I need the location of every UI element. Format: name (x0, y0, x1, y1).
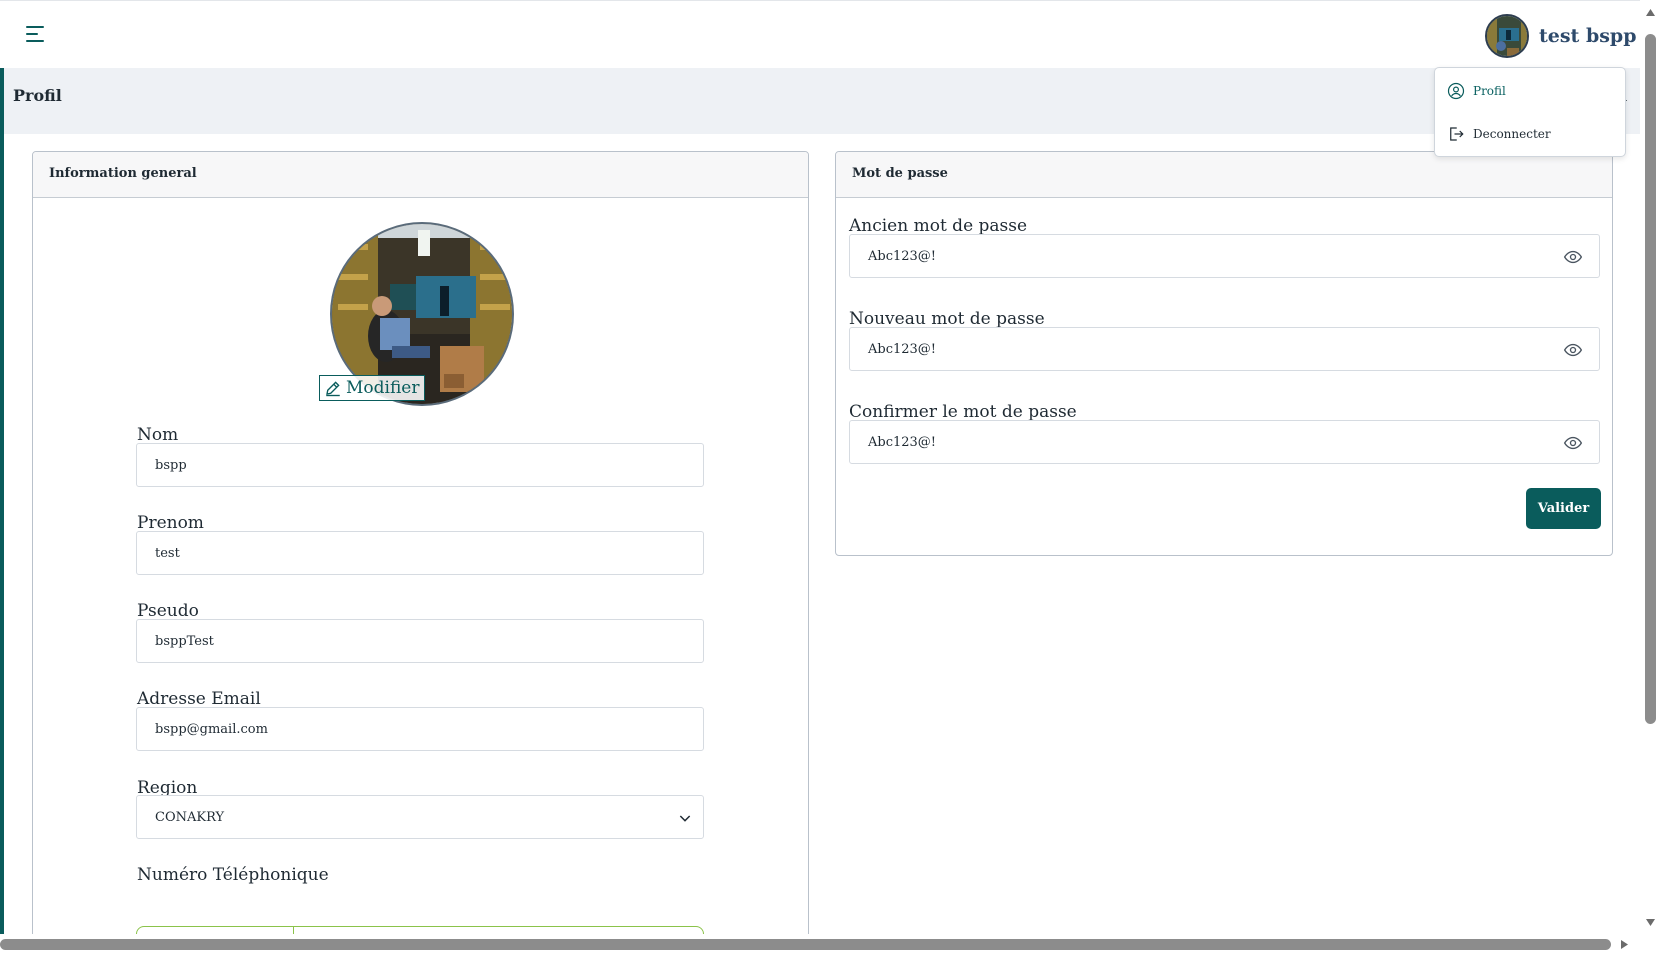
general-info-card: Information general Modifier Nom bspp Pr… (32, 151, 809, 951)
nom-label: Nom (137, 425, 179, 445)
email-label: Adresse Email (137, 689, 261, 709)
edit-photo-button[interactable]: Modifier (319, 375, 425, 401)
prenom-label: Prenom (137, 513, 204, 533)
submit-password-button[interactable]: Valider (1526, 488, 1601, 529)
vertical-scrollbar[interactable] (1640, 0, 1660, 934)
confirm-password-input[interactable]: Abc123@! (849, 420, 1600, 464)
scroll-down-arrow-icon[interactable] (1645, 918, 1656, 927)
region-value: CONAKRY (155, 809, 225, 825)
prenom-input[interactable]: test (136, 531, 704, 575)
confirm-password-label: Confirmer le mot de passe (849, 402, 1077, 422)
pseudo-label: Pseudo (137, 601, 199, 621)
nom-input[interactable]: bspp (136, 443, 704, 487)
avatar (1485, 14, 1529, 58)
menu-item-logout[interactable]: Deconnecter (1447, 125, 1551, 143)
user-menu-toggle[interactable]: test bspp (1485, 14, 1637, 58)
eye-icon[interactable] (1563, 340, 1583, 360)
eye-icon[interactable] (1563, 247, 1583, 267)
email-input[interactable]: bspp@gmail.com (136, 707, 704, 751)
pencil-icon (326, 381, 340, 397)
horizontal-scrollbar[interactable] (0, 934, 1660, 953)
new-password-label: Nouveau mot de passe (849, 309, 1045, 329)
page-header: Profil l (4, 68, 1640, 134)
scroll-up-arrow-icon[interactable] (1645, 8, 1656, 17)
phone-label: Numéro Téléphonique (137, 865, 329, 885)
horizontal-scroll-thumb[interactable] (0, 939, 1611, 950)
logout-icon (1450, 127, 1464, 141)
page-title: Profil (13, 86, 62, 105)
menu-item-logout-label: Deconnecter (1473, 127, 1551, 141)
password-card-title: Mot de passe (836, 152, 1612, 198)
vertical-scroll-thumb[interactable] (1645, 34, 1656, 724)
pseudo-input[interactable]: bsppTest (136, 619, 704, 663)
scroll-right-arrow-icon[interactable] (1620, 939, 1629, 950)
old-password-label: Ancien mot de passe (849, 216, 1028, 236)
edit-photo-label: Modifier (346, 378, 420, 398)
user-name: test bspp (1539, 25, 1637, 47)
chevron-down-icon (679, 815, 691, 822)
new-password-input[interactable]: Abc123@! (849, 327, 1600, 371)
nom-value: bspp (155, 457, 187, 473)
user-dropdown-menu: Profil Deconnecter (1434, 67, 1626, 157)
old-password-input[interactable]: Abc123@! (849, 234, 1600, 278)
menu-item-profil-label: Profil (1473, 84, 1506, 98)
prenom-value: test (155, 545, 180, 561)
general-info-title: Information general (33, 152, 808, 198)
user-circle-icon (1447, 82, 1465, 100)
email-value: bspp@gmail.com (155, 721, 268, 737)
pseudo-value: bsppTest (155, 633, 214, 649)
eye-icon[interactable] (1563, 433, 1583, 453)
old-password-value: Abc123@! (868, 248, 937, 264)
sidebar-edge (0, 68, 4, 934)
confirm-password-value: Abc123@! (868, 434, 937, 450)
top-navbar: test bspp (0, 0, 1640, 68)
new-password-value: Abc123@! (868, 341, 937, 357)
menu-item-profil[interactable]: Profil (1447, 82, 1506, 100)
region-select[interactable]: CONAKRY (136, 795, 704, 839)
hamburger-menu-icon[interactable] (26, 26, 48, 44)
password-card: Mot de passe Ancien mot de passe Abc123@… (835, 151, 1613, 556)
